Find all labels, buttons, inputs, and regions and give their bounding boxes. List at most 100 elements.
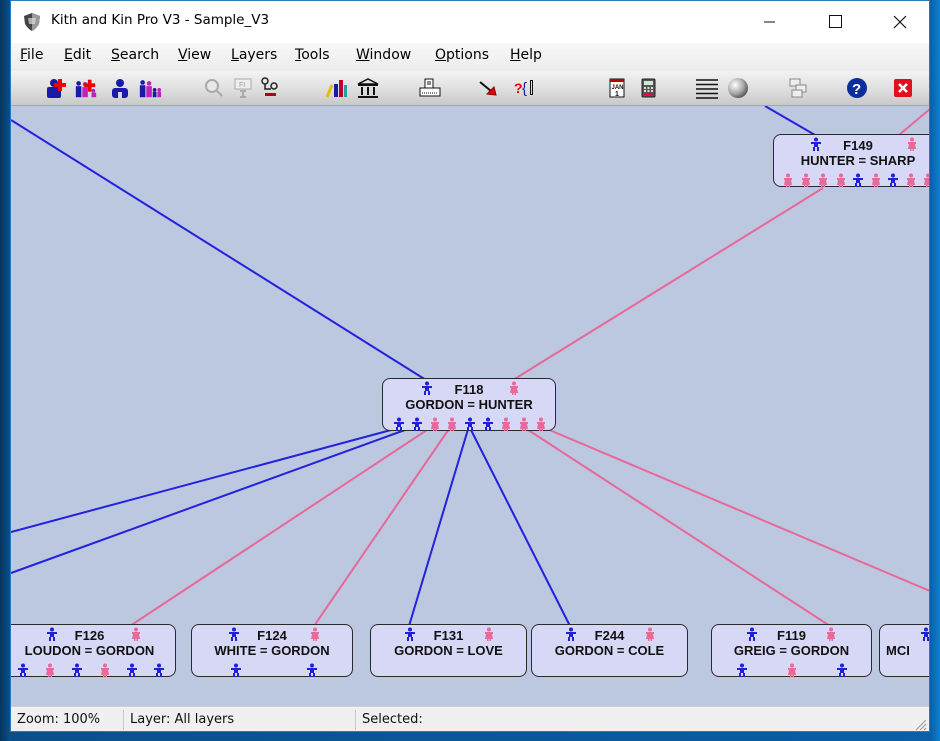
- child-male-icon[interactable]: [393, 417, 405, 431]
- child-female-icon[interactable]: [535, 417, 547, 431]
- family-box-f124[interactable]: F124 WHITE = GORDON: [191, 624, 353, 677]
- calculator-button[interactable]: [636, 77, 660, 99]
- menu-search[interactable]: Search: [111, 47, 159, 63]
- wife-person-icon[interactable]: [130, 627, 142, 641]
- magnifier-icon: [205, 79, 223, 97]
- child-female-icon[interactable]: [786, 663, 798, 677]
- menu-layers[interactable]: Layers: [231, 47, 277, 63]
- pointer-button[interactable]: [476, 77, 500, 99]
- family-box-f131[interactable]: F131 GORDON = LOVE: [370, 624, 527, 677]
- calendar-button[interactable]: JAN 1: [605, 77, 629, 99]
- menu-view[interactable]: View: [178, 47, 211, 63]
- status-zoom: Zoom: 100%: [17, 712, 101, 727]
- child-female-icon[interactable]: [905, 173, 917, 187]
- child-female-icon[interactable]: [500, 417, 512, 431]
- family-box-f149[interactable]: F149 HUNTER = SHARP: [773, 134, 930, 187]
- person-icon: [112, 79, 128, 98]
- sphere-button[interactable]: [726, 77, 750, 99]
- menu-tools[interactable]: Tools: [295, 47, 330, 63]
- menu-edit-label: dit: [72, 47, 92, 63]
- add-person-button[interactable]: [44, 77, 68, 99]
- layout-button[interactable]: [787, 77, 811, 99]
- child-female-icon[interactable]: [518, 417, 530, 431]
- child-female-icon[interactable]: [429, 417, 441, 431]
- family-box-mci[interactable]: MCI: [879, 624, 930, 677]
- child-male-icon[interactable]: [887, 173, 899, 187]
- library-button[interactable]: [356, 77, 380, 99]
- person-button[interactable]: [108, 77, 132, 99]
- wife-person-icon[interactable]: [309, 627, 321, 641]
- child-male-icon[interactable]: [306, 663, 318, 677]
- wife-person-icon[interactable]: [508, 381, 520, 395]
- family-box-f119[interactable]: F119 GREIG = GORDON: [711, 624, 872, 677]
- resize-grip-icon[interactable]: [913, 717, 927, 731]
- query-button[interactable]: ?{: [513, 77, 537, 99]
- husband-person-icon[interactable]: [810, 137, 822, 151]
- list-button[interactable]: [695, 77, 719, 99]
- wife-person-icon[interactable]: [906, 137, 918, 151]
- menu-layers-label: ayers: [238, 47, 278, 63]
- child-female-icon[interactable]: [44, 663, 56, 677]
- child-male-icon[interactable]: [153, 663, 165, 677]
- print-button[interactable]: [418, 77, 442, 99]
- maximize-button[interactable]: [813, 1, 859, 43]
- close-button[interactable]: [877, 1, 923, 43]
- help-button[interactable]: ?: [845, 77, 869, 99]
- husband-person-icon[interactable]: [746, 627, 758, 641]
- child-male-icon[interactable]: [230, 663, 242, 677]
- family-names: GORDON = HUNTER: [405, 397, 533, 412]
- family-box-f126[interactable]: F126 LOUDON = GORDON: [11, 624, 176, 677]
- window-title: Kith and Kin Pro V3 - Sample_V3: [51, 12, 270, 28]
- menu-window[interactable]: Window: [356, 47, 411, 63]
- husband-person-icon[interactable]: [565, 627, 577, 641]
- app-shield-icon: [24, 13, 40, 31]
- menu-help[interactable]: Help: [510, 47, 542, 63]
- child-male-icon[interactable]: [852, 173, 864, 187]
- husband-person-icon[interactable]: [421, 381, 433, 395]
- wife-person-icon[interactable]: [483, 627, 495, 641]
- tree-button[interactable]: [258, 77, 282, 99]
- exit-button[interactable]: [891, 77, 915, 99]
- menu-file[interactable]: File: [20, 47, 43, 63]
- family-box-f244[interactable]: F244 GORDON = COLE: [531, 624, 688, 677]
- child-female-icon[interactable]: [922, 173, 930, 187]
- wife-person-icon[interactable]: [644, 627, 656, 641]
- menu-bar: File Edit Search View Layers Tools Windo…: [11, 43, 929, 71]
- child-male-icon[interactable]: [71, 663, 83, 677]
- family-tree-canvas[interactable]: F149 HUNTER = SHARP F118 GORDON = HUNTER…: [11, 106, 930, 706]
- family-info-button[interactable]: FI: [231, 77, 255, 99]
- find-button[interactable]: [202, 77, 226, 99]
- child-male-icon[interactable]: [126, 663, 138, 677]
- wife-person-icon[interactable]: [825, 627, 837, 641]
- books-button[interactable]: [325, 77, 349, 99]
- family-button[interactable]: [138, 77, 162, 99]
- family-box-f118[interactable]: F118 GORDON = HUNTER: [382, 378, 556, 431]
- building-icon: [357, 78, 379, 98]
- add-family-button[interactable]: [74, 77, 98, 99]
- husband-person-icon[interactable]: [404, 627, 416, 641]
- husband-person-icon[interactable]: [228, 627, 240, 641]
- child-female-icon[interactable]: [817, 173, 829, 187]
- child-male-icon[interactable]: [17, 663, 29, 677]
- family-names: GORDON = COLE: [554, 643, 665, 658]
- minimize-button[interactable]: [747, 1, 793, 43]
- child-female-icon[interactable]: [870, 173, 882, 187]
- books-icon: [325, 80, 347, 98]
- child-female-icon[interactable]: [99, 663, 111, 677]
- status-layer: Layer: All layers: [123, 710, 355, 730]
- husband-person-icon[interactable]: [920, 627, 930, 641]
- child-male-icon[interactable]: [482, 417, 494, 431]
- child-female-icon[interactable]: [446, 417, 458, 431]
- family-info-icon: FI: [234, 78, 252, 98]
- child-male-icon[interactable]: [836, 663, 848, 677]
- child-male-icon[interactable]: [464, 417, 476, 431]
- child-female-icon[interactable]: [800, 173, 812, 187]
- menu-edit[interactable]: Edit: [64, 47, 91, 63]
- child-male-icon[interactable]: [411, 417, 423, 431]
- child-female-icon[interactable]: [782, 173, 794, 187]
- printer-icon: [419, 78, 441, 97]
- child-female-icon[interactable]: [835, 173, 847, 187]
- menu-options[interactable]: Options: [435, 47, 489, 63]
- child-male-icon[interactable]: [736, 663, 748, 677]
- husband-person-icon[interactable]: [46, 627, 58, 641]
